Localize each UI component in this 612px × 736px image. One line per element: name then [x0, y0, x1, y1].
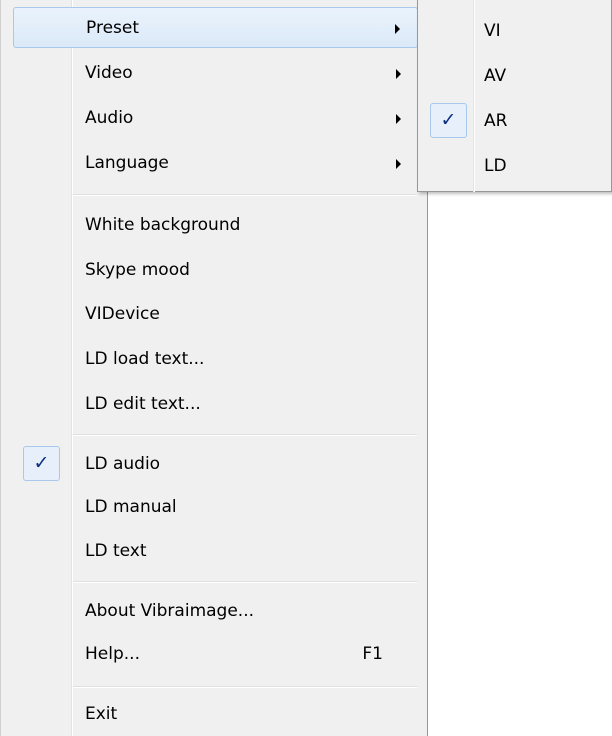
- check-mark-icon: ✓: [430, 103, 467, 138]
- menu-item-shortcut: F1: [362, 644, 383, 664]
- menu-item-white-background[interactable]: White background: [13, 205, 418, 246]
- menu-item-ld-manual[interactable]: LD manual: [13, 487, 418, 528]
- menu-item-about[interactable]: About Vibraimage...: [13, 591, 418, 632]
- menu-item-label: About Vibraimage...: [85, 601, 255, 621]
- menu-item-exit[interactable]: Exit: [13, 694, 418, 735]
- menu-item-label: LD text: [85, 541, 147, 561]
- menu-item-label: Exit: [85, 704, 118, 724]
- menu-item-label: Audio: [85, 108, 134, 128]
- menu-item-videvice[interactable]: VIDevice: [13, 294, 418, 335]
- menu-item-label: Skype mood: [85, 260, 190, 280]
- menu-item-label: LD audio: [85, 454, 161, 474]
- submenu-item-label: AR: [484, 111, 508, 131]
- menu-item-language[interactable]: Language: [13, 143, 418, 184]
- menu-separator: [73, 194, 417, 196]
- submenu-item-ar[interactable]: ✓ AR: [418, 101, 611, 142]
- menu-item-ld-audio[interactable]: ✓ LD audio: [13, 444, 418, 485]
- submenu-item-ld[interactable]: LD: [418, 146, 611, 187]
- menu-item-ld-load-text[interactable]: LD load text...: [13, 339, 418, 380]
- submenu-item-label: VI: [484, 21, 501, 41]
- menu-item-label: Video: [85, 63, 133, 83]
- context-menu: Preset Video Audio Language White backgr…: [0, 0, 428, 736]
- menu-item-label: LD manual: [85, 497, 177, 517]
- menu-item-ld-edit-text[interactable]: LD edit text...: [13, 384, 418, 425]
- menu-item-label: Help...: [85, 644, 140, 664]
- menu-item-audio[interactable]: Audio: [13, 98, 418, 139]
- menu-item-label: Preset: [86, 18, 140, 38]
- menu-separator: [73, 434, 417, 436]
- menu-separator: [73, 686, 417, 688]
- menu-item-label: LD load text...: [85, 349, 205, 369]
- submenu-arrow-icon: [396, 69, 401, 79]
- menu-item-label: White background: [85, 215, 241, 235]
- menu-item-ld-text[interactable]: LD text: [13, 531, 418, 572]
- menu-separator: [73, 581, 417, 583]
- submenu-item-av[interactable]: AV: [418, 56, 611, 97]
- menu-item-preset[interactable]: Preset: [13, 7, 418, 48]
- submenu-item-vi[interactable]: VI: [418, 11, 611, 52]
- submenu-arrow-icon: [396, 159, 401, 169]
- menu-item-label: Language: [85, 153, 169, 173]
- menu-item-label: LD edit text...: [85, 394, 201, 414]
- menu-item-help[interactable]: Help... F1: [13, 634, 418, 675]
- menu-item-label: VIDevice: [85, 304, 160, 324]
- preset-submenu: VI AV ✓ AR LD: [417, 0, 612, 192]
- menu-item-skype-mood[interactable]: Skype mood: [13, 250, 418, 291]
- submenu-arrow-icon: [396, 114, 401, 124]
- submenu-item-label: AV: [484, 66, 507, 86]
- menu-item-video[interactable]: Video: [13, 53, 418, 94]
- check-mark-icon: ✓: [23, 446, 60, 481]
- submenu-arrow-icon: [395, 24, 400, 34]
- submenu-item-label: LD: [484, 156, 507, 176]
